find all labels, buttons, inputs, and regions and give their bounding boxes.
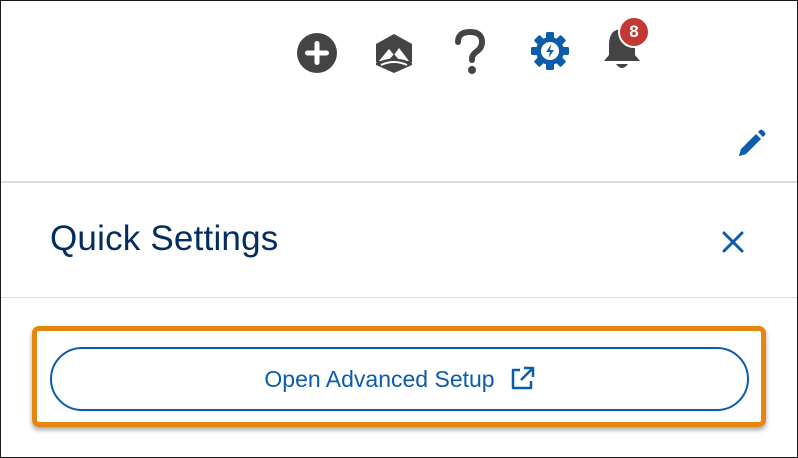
global-header-icons: 8 xyxy=(1,16,797,81)
open-advanced-setup-button[interactable]: Open Advanced Setup xyxy=(50,347,749,411)
setup-gear-icon[interactable] xyxy=(530,31,570,71)
close-icon[interactable] xyxy=(719,228,747,261)
external-link-icon xyxy=(509,366,535,392)
header-divider xyxy=(1,181,797,183)
add-icon[interactable] xyxy=(296,32,338,74)
open-advanced-setup-label: Open Advanced Setup xyxy=(264,365,495,392)
help-icon[interactable] xyxy=(453,29,487,75)
notification-count-badge[interactable]: 8 xyxy=(618,16,650,48)
panel-title: Quick Settings xyxy=(50,219,279,258)
app-frame: 8 Quick Settings Open Advanced Setup xyxy=(0,0,798,458)
panel-divider xyxy=(1,297,797,298)
edit-pencil-icon[interactable] xyxy=(736,129,766,164)
trailhead-icon[interactable] xyxy=(372,32,416,74)
